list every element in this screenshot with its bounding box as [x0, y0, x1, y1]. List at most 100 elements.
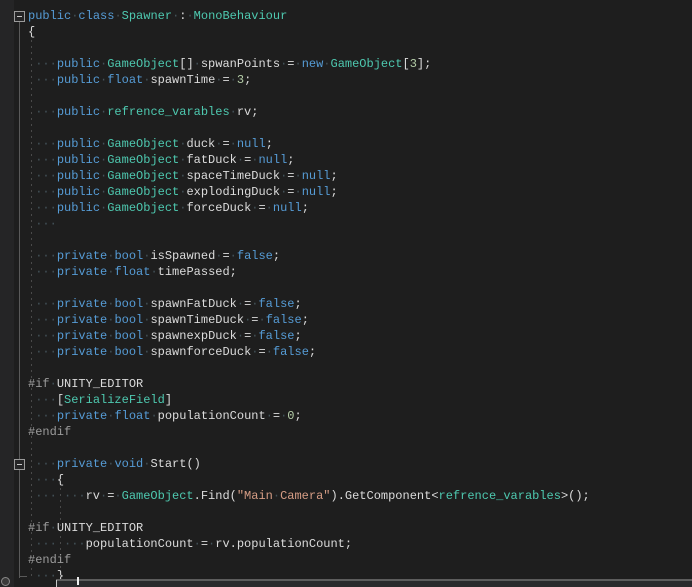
code-token: 0 [287, 409, 294, 423]
code-line[interactable] [28, 280, 590, 296]
code-token: spawnFatDuck [150, 297, 236, 311]
code-line[interactable]: ···public·GameObject·spaceTimeDuck·=·nul… [28, 168, 590, 184]
code-token: duck [186, 137, 215, 151]
code-token: ; [295, 297, 302, 311]
code-token: public [57, 185, 100, 199]
code-line[interactable]: ···public·GameObject·duck·=·null; [28, 136, 590, 152]
code-token: "Main [237, 489, 273, 503]
code-token: spawnforceDuck [150, 345, 251, 359]
code-line[interactable]: ···private·bool·isSpawned·=·false; [28, 248, 590, 264]
code-line[interactable]: ···public·GameObject·fatDuck·=·null; [28, 152, 590, 168]
collapse-minus-icon[interactable] [14, 11, 25, 22]
code-line[interactable]: ···public·GameObject[]·spwanPoints·=·new… [28, 56, 590, 72]
code-token: false [258, 329, 294, 343]
code-token: ; [331, 185, 338, 199]
code-line[interactable]: ···private·bool·spawnTimeDuck·=·false; [28, 312, 590, 328]
code-line[interactable]: ···private·float·populationCount·=·0; [28, 408, 590, 424]
code-line[interactable]: ···public·GameObject·forceDuck·=·null; [28, 200, 590, 216]
code-token: public [57, 105, 100, 119]
code-line[interactable]: { [28, 24, 590, 40]
code-token: · [230, 73, 237, 87]
code-line[interactable]: ···{ [28, 472, 590, 488]
horizontal-scrollbar-track[interactable] [56, 581, 692, 587]
code-line[interactable]: ··· ···populationCount·=·rv.populationCo… [28, 536, 590, 552]
code-token: Camera" [280, 489, 330, 503]
code-token: populationCount [86, 537, 194, 551]
code-token: GameObject [107, 153, 179, 167]
code-token: rv.populationCount; [215, 537, 352, 551]
code-token: false [266, 313, 302, 327]
code-line[interactable] [28, 88, 590, 104]
code-token: fatDuck [186, 153, 236, 167]
code-line[interactable] [28, 232, 590, 248]
code-line[interactable]: ···private·void·Start() [28, 456, 590, 472]
code-token: #if [28, 521, 50, 535]
code-token: ··· [28, 185, 57, 199]
code-line[interactable]: ···private·bool·spawnFatDuck·=·false; [28, 296, 590, 312]
code-token: #endif [28, 425, 71, 439]
code-token: · [323, 57, 330, 71]
code-token: ··· [28, 297, 57, 311]
code-token: ; [302, 313, 309, 327]
code-token: public [57, 137, 100, 151]
outline-scope-line [19, 20, 20, 578]
code-line[interactable]: ···public·float·spawnTime·=·3; [28, 72, 590, 88]
code-token: ]; [417, 57, 431, 71]
code-token: float [114, 265, 150, 279]
code-token: bool [114, 313, 143, 327]
code-token: SerializeField [64, 393, 165, 407]
code-token: [ [57, 393, 64, 407]
code-token: public [28, 9, 71, 23]
code-token: · [294, 185, 301, 199]
code-token: ··· [28, 201, 57, 215]
collapse-minus-icon[interactable] [14, 459, 25, 470]
code-token: false [258, 297, 294, 311]
code-line[interactable]: ···private·float·timePassed; [28, 264, 590, 280]
code-line[interactable]: #if·UNITY_EDITOR [28, 520, 590, 536]
code-line[interactable]: #endif [28, 552, 590, 568]
code-token: private [57, 297, 107, 311]
code-token: public [57, 153, 100, 167]
code-line[interactable]: public·class·Spawner·:·MonoBehaviour [28, 8, 590, 24]
code-token: = [201, 537, 208, 551]
code-token: ··· [28, 345, 57, 359]
code-token: bool [114, 249, 143, 263]
code-line[interactable]: ···private·bool·spawnforceDuck·=·false; [28, 344, 590, 360]
code-line[interactable]: #if·UNITY_EDITOR [28, 376, 590, 392]
code-token: private [57, 457, 107, 471]
code-line[interactable]: ···public·refrence_varables·rv; [28, 104, 590, 120]
code-token: null [302, 185, 331, 199]
code-line[interactable]: ···private·bool·spawnexpDuck·=·false; [28, 328, 590, 344]
code-editor[interactable]: public·class·Spawner·:·MonoBehaviour{ ··… [0, 0, 692, 587]
code-content[interactable]: public·class·Spawner·:·MonoBehaviour{ ··… [28, 8, 590, 584]
code-line[interactable]: #endif [28, 424, 590, 440]
code-line[interactable] [28, 120, 590, 136]
code-token: ; [244, 73, 251, 87]
code-token: timePassed; [158, 265, 237, 279]
code-token: null [273, 201, 302, 215]
code-line[interactable] [28, 504, 590, 520]
code-line[interactable]: ···[SerializeField] [28, 392, 590, 408]
code-token: ··· [28, 73, 57, 87]
code-token: MonoBehaviour [194, 9, 288, 23]
code-token: ; [273, 249, 280, 263]
code-line[interactable] [28, 440, 590, 456]
code-token: · [194, 537, 201, 551]
code-token: · [194, 57, 201, 71]
code-token: GameObject [122, 489, 194, 503]
code-token: bool [114, 297, 143, 311]
code-token: ··· [28, 57, 57, 71]
code-line[interactable] [28, 40, 590, 56]
code-token: = [222, 73, 229, 87]
code-line[interactable]: ···public·GameObject·explodingDuck·=·nul… [28, 184, 590, 200]
code-token: UNITY_EDITOR [57, 377, 143, 391]
code-token: public [57, 169, 100, 183]
code-token: = [258, 201, 265, 215]
code-token: = [222, 249, 229, 263]
code-token: · [237, 297, 244, 311]
code-line[interactable]: ··· [28, 216, 590, 232]
code-line[interactable]: ··· ···rv·=·GameObject.Find("Main·Camera… [28, 488, 590, 504]
code-line[interactable] [28, 360, 590, 376]
code-token: ··· [28, 393, 57, 407]
code-token: · [230, 249, 237, 263]
